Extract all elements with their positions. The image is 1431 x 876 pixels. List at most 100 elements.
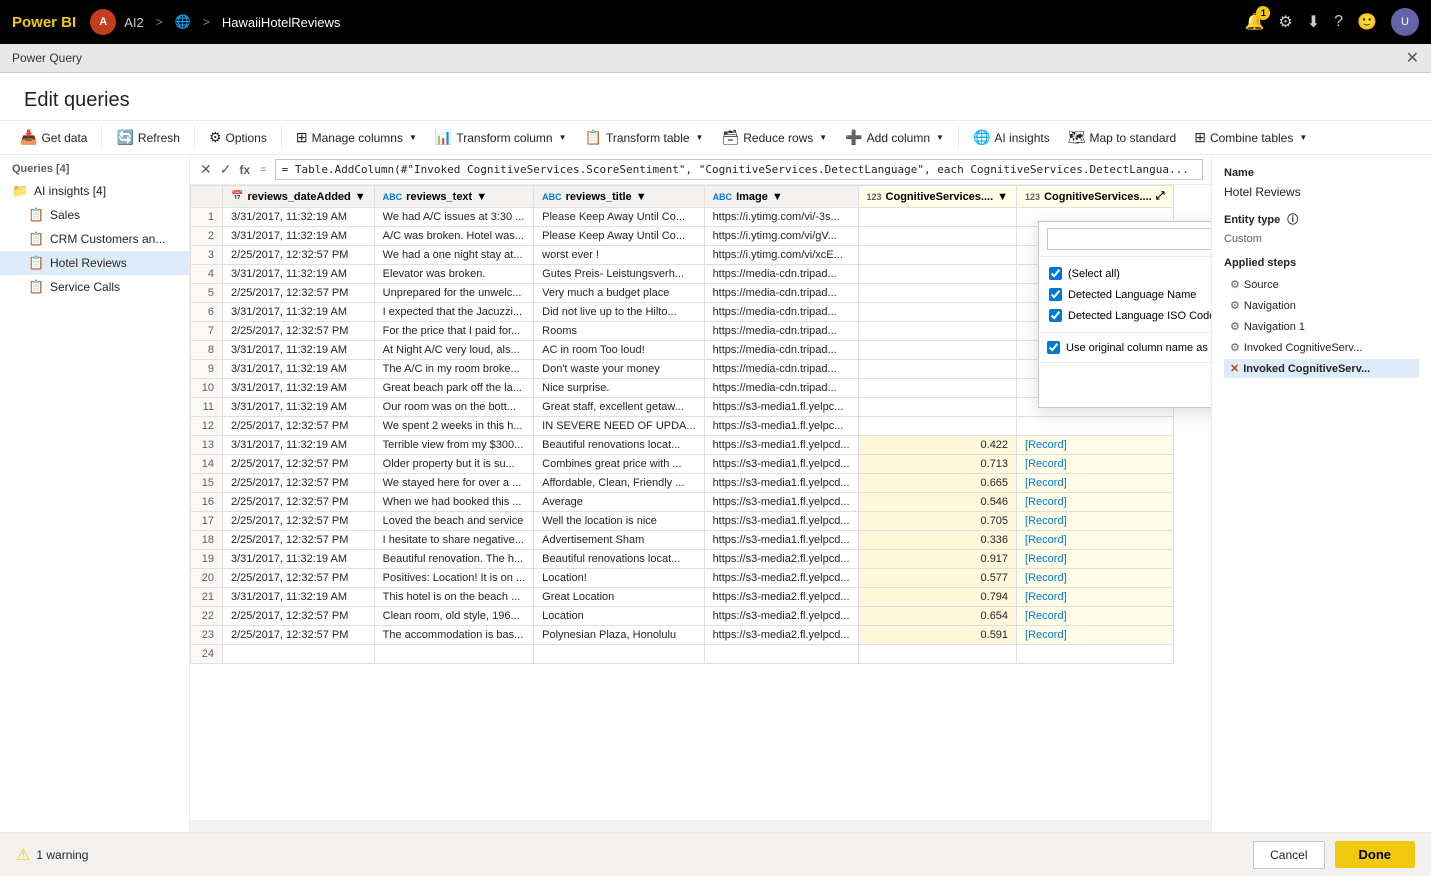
record-cell[interactable]: [Record] — [1017, 474, 1173, 493]
formula-fx-icon[interactable]: fx — [237, 161, 252, 179]
score-cell: 0.794 — [858, 588, 1017, 607]
text-cell: For the price that I paid for... — [374, 322, 533, 341]
col-sort-icon2[interactable]: ▼ — [476, 191, 487, 203]
map-to-standard-label: Map to standard — [1090, 131, 1177, 145]
dropdown-item-lang-iso[interactable]: Detected Language ISO Code — [1047, 305, 1211, 326]
download-btn[interactable]: ⬇ — [1307, 12, 1320, 32]
manage-columns-btn[interactable]: ⊞ Manage columns ▼ — [288, 125, 425, 150]
get-data-icon: 📥 — [20, 129, 37, 146]
combine-tables-caret: ▼ — [1299, 133, 1307, 142]
col-sort-icon[interactable]: ▼ — [355, 191, 366, 203]
step-item-4[interactable]: ✕ Invoked CognitiveServ... — [1224, 359, 1419, 378]
record-cell[interactable]: [Record] — [1017, 493, 1173, 512]
col-sort-icon4[interactable]: ▼ — [772, 191, 783, 203]
record-cell[interactable]: [Record] — [1017, 607, 1173, 626]
score-cell — [858, 341, 1017, 360]
formula-cancel-icon[interactable]: ✕ — [198, 159, 214, 180]
record-cell[interactable]: [Record] — [1017, 626, 1173, 645]
col-sort-icon5[interactable]: ▼ — [997, 191, 1008, 203]
checkbox-select-all[interactable] — [1049, 267, 1062, 280]
image-cell — [704, 645, 858, 664]
formula-input[interactable] — [275, 159, 1203, 180]
date-cell: 3/31/2017, 11:32:19 AM — [223, 379, 375, 398]
map-to-standard-btn[interactable]: 🗺 Map to standard — [1060, 125, 1185, 150]
col-header-text[interactable]: ABC reviews_text ▼ — [374, 186, 533, 208]
sidebar-item-sales[interactable]: 📋 Sales — [0, 203, 189, 227]
ai-insights-btn[interactable]: 🌐 AI insights — [965, 125, 1058, 150]
col-header-date-label: reviews_dateAdded — [247, 191, 350, 203]
title-cell: Location! — [534, 569, 704, 588]
col-header-image[interactable]: ABC Image ▼ — [704, 186, 858, 208]
record-cell — [1017, 417, 1173, 436]
rp-entity-info-icon[interactable]: ⓘ — [1287, 214, 1298, 226]
dropdown-search — [1039, 222, 1211, 257]
col-header-cog2[interactable]: 123 CognitiveServices.... ⤢ — [1017, 186, 1173, 208]
record-cell[interactable]: [Record] — [1017, 531, 1173, 550]
step-item-0[interactable]: ⚙ Source — [1224, 275, 1419, 294]
data-table-wrap[interactable]: 📅 reviews_dateAdded ▼ ABC reviews_text — [190, 185, 1211, 820]
bottom-cancel-btn[interactable]: Cancel — [1253, 841, 1324, 869]
score-cell — [858, 645, 1017, 664]
col-expand-icon[interactable]: ⤢ — [1156, 190, 1165, 203]
reduce-rows-icon: 🗃 — [721, 129, 739, 146]
step-icon-4: ✕ — [1230, 362, 1239, 375]
reduce-rows-btn[interactable]: 🗃 Reduce rows ▼ — [713, 125, 835, 150]
row-num-cell: 9 — [191, 360, 223, 379]
transform-table-btn[interactable]: 📋 Transform table ▼ — [577, 125, 712, 150]
sidebar-item-service-calls[interactable]: 📋 Service Calls — [0, 275, 189, 299]
col-header-title[interactable]: ABC reviews_title ▼ — [534, 186, 704, 208]
text-cell: Elevator was broken. — [374, 265, 533, 284]
add-column-btn[interactable]: ➕ Add column ▼ — [837, 125, 952, 150]
score-cell — [858, 379, 1017, 398]
col-sort-icon3[interactable]: ▼ — [636, 191, 647, 203]
notification-btn[interactable]: 🔔 1 — [1245, 12, 1265, 32]
record-cell[interactable]: [Record] — [1017, 550, 1173, 569]
manage-columns-label: Manage columns — [312, 131, 403, 145]
step-item-2[interactable]: ⚙ Navigation 1 — [1224, 317, 1419, 336]
record-cell[interactable]: [Record] — [1017, 512, 1173, 531]
step-item-3[interactable]: ⚙ Invoked CognitiveServ... — [1224, 338, 1419, 357]
sidebar-item-ai-insights[interactable]: 📁 AI insights [4] — [0, 179, 189, 203]
checkbox-lang-name[interactable] — [1049, 288, 1062, 301]
step-label-0: Source — [1244, 279, 1279, 291]
breadcrumb-sep2: > — [203, 15, 210, 29]
pq-close-btn[interactable]: ✕ — [1406, 48, 1419, 68]
col-header-date[interactable]: 📅 reviews_dateAdded ▼ — [223, 186, 375, 208]
record-cell[interactable]: [Record] — [1017, 455, 1173, 474]
score-cell: 0.422 — [858, 436, 1017, 455]
col-header-cog1[interactable]: 123 CognitiveServices.... ▼ — [858, 186, 1017, 208]
refresh-btn[interactable]: 🔄 Refresh — [108, 125, 187, 150]
emoji-btn[interactable]: 🙂 — [1357, 12, 1377, 32]
checkbox-lang-iso[interactable] — [1049, 309, 1062, 322]
sidebar-item-crm[interactable]: 📋 CRM Customers an... — [0, 227, 189, 251]
bottom-done-btn[interactable]: Done — [1335, 841, 1416, 868]
row-num-cell: 1 — [191, 208, 223, 227]
dropdown-item-select-all[interactable]: (Select all) — [1047, 263, 1211, 284]
avatar[interactable]: U — [1391, 8, 1419, 36]
combine-tables-icon: ⊞ — [1194, 129, 1206, 146]
table-row: 20 2/25/2017, 12:32:57 PM Positives: Loc… — [191, 569, 1174, 588]
transform-column-btn[interactable]: 📊 Transform column ▼ — [427, 125, 575, 150]
settings-btn[interactable]: ⚙ — [1278, 12, 1292, 32]
score-cell: 0.336 — [858, 531, 1017, 550]
row-num-cell: 22 — [191, 607, 223, 626]
record-cell[interactable]: [Record] — [1017, 569, 1173, 588]
record-cell[interactable]: [Record] — [1017, 588, 1173, 607]
help-btn[interactable]: ? — [1334, 13, 1343, 31]
title-cell: Average — [534, 493, 704, 512]
sidebar-item-hotel-reviews[interactable]: 📋 Hotel Reviews — [0, 251, 189, 275]
dropdown-search-input[interactable] — [1047, 228, 1211, 250]
get-data-btn[interactable]: 📥 Get data — [12, 125, 95, 150]
combine-tables-btn[interactable]: ⊞ Combine tables ▼ — [1186, 125, 1315, 150]
step-item-1[interactable]: ⚙ Navigation — [1224, 296, 1419, 315]
checkbox-prefix[interactable] — [1047, 341, 1060, 354]
horizontal-scrollbar[interactable] — [190, 820, 1211, 832]
pq-window: Power Query ✕ Edit queries 📥 Get data 🔄 … — [0, 44, 1431, 876]
sidebar-ai-insights-label: AI insights [4] — [34, 184, 177, 198]
record-cell[interactable]: [Record] — [1017, 436, 1173, 455]
row-num-header — [191, 186, 223, 208]
formula-confirm-icon[interactable]: ✓ — [218, 159, 234, 180]
row-num-cell: 10 — [191, 379, 223, 398]
options-btn[interactable]: ⚙ Options — [201, 125, 275, 150]
dropdown-item-lang-name[interactable]: Detected Language Name — [1047, 284, 1211, 305]
